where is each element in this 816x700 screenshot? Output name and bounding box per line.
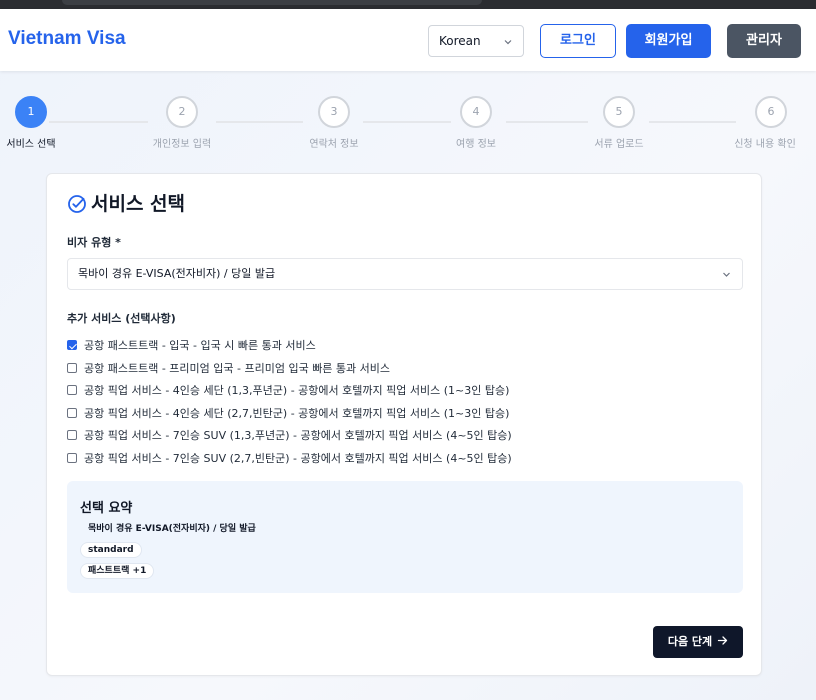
chevron-down-icon [723, 272, 730, 277]
checkbox[interactable] [67, 407, 77, 418]
extra-service-option[interactable]: 공항 패스트트랙 - 프리미엄 입국 - 프리미엄 입국 빠른 통과 서비스 [67, 357, 747, 380]
page-title: 서비스 선택 [67, 191, 185, 217]
summary-title: 선택 요약 [80, 501, 133, 516]
step-connector [506, 121, 588, 123]
extra-service-option[interactable]: 공항 픽업 서비스 - 7인승 SUV (2,7,빈탄군) - 공항에서 호텔까… [67, 447, 747, 470]
step-3-circle: 3 [318, 96, 350, 128]
extra-service-option[interactable]: 공항 픽업 서비스 - 4인승 세단 (1,3,푸년군) - 공항에서 호텔까지… [67, 379, 747, 402]
step-connector [216, 121, 303, 123]
check-circle-icon [68, 195, 86, 213]
extra-service-label: 공항 픽업 서비스 - 7인승 SUV (1,3,푸년군) - 공항에서 호텔까… [84, 429, 512, 443]
language-select[interactable]: Korean [428, 25, 524, 57]
extra-service-label: 공항 픽업 서비스 - 4인승 세단 (2,7,빈탄군) - 공항에서 호텔까지… [84, 406, 510, 420]
arrow-right-icon [718, 636, 728, 645]
admin-button[interactable]: 관리자 [727, 24, 801, 58]
step-connector [49, 121, 148, 123]
step-2-circle: 2 [166, 96, 198, 128]
step-4-label: 여행 정보 [456, 139, 496, 150]
next-step-label: 다음 단계 [667, 635, 713, 648]
page-title-text: 서비스 선택 [91, 193, 186, 215]
checkbox[interactable] [67, 430, 77, 441]
step-1-label: 서비스 선택 [6, 139, 56, 150]
extra-service-label: 공항 픽업 서비스 - 7인승 SUV (2,7,빈탄군) - 공항에서 호텔까… [84, 451, 512, 465]
checkbox[interactable] [67, 452, 77, 463]
step-4-circle: 4 [460, 96, 492, 128]
step-5-label: 서류 업로드 [594, 139, 644, 150]
step-connector [649, 121, 736, 123]
step-2-label: 개인정보 입력 [152, 139, 212, 150]
checkbox-checked[interactable] [67, 340, 77, 351]
selection-summary: 선택 요약 목바이 경유 E-VISA(전자비자) / 당일 발급 standa… [67, 481, 743, 593]
extra-service-label: 공항 패스트트랙 - 입국 - 입국 시 빠른 통과 서비스 [84, 339, 316, 353]
progress-stepper: 1 2 3 4 5 6 서비스 선택 개인정보 입력 연락처 정보 여행 정보 … [0, 96, 816, 156]
browser-chrome [0, 0, 816, 9]
step-3-label: 연락처 정보 [309, 139, 359, 150]
next-step-button[interactable]: 다음 단계 [653, 626, 743, 658]
site-header: Vietnam Visa Korean 로그인 회원가입 관리자 [0, 9, 816, 71]
brand-logo[interactable]: Vietnam Visa [8, 28, 126, 50]
step-1-circle: 1 [15, 96, 47, 128]
extra-service-option[interactable]: 공항 패스트트랙 - 입국 - 입국 시 빠른 통과 서비스 [67, 334, 747, 357]
language-value: Korean [439, 34, 481, 48]
signup-button[interactable]: 회원가입 [626, 24, 711, 58]
chevron-down-icon [504, 40, 512, 45]
summary-processing-chip: standard [80, 542, 142, 558]
login-button[interactable]: 로그인 [540, 24, 616, 58]
step-5-circle: 5 [603, 96, 635, 128]
address-bar[interactable] [62, 0, 482, 5]
extra-service-label: 공항 패스트트랙 - 프리미엄 입국 - 프리미엄 입국 빠른 통과 서비스 [84, 361, 391, 375]
summary-visa-chip: 목바이 경유 E-VISA(전자비자) / 당일 발급 [88, 524, 256, 534]
step-connector [363, 121, 451, 123]
visa-type-select[interactable]: 목바이 경유 E-VISA(전자비자) / 당일 발급 [67, 258, 743, 290]
service-selection-card: 서비스 선택 비자 유형 * 목바이 경유 E-VISA(전자비자) / 당일 … [46, 173, 762, 676]
extra-service-label: 공항 픽업 서비스 - 4인승 세단 (1,3,푸년군) - 공항에서 호텔까지… [84, 384, 510, 398]
summary-extras-chip: 패스트트랙 +1 [80, 563, 155, 579]
checkbox[interactable] [67, 385, 77, 396]
step-6-label: 신청 내용 확인 [734, 139, 796, 150]
extra-service-option[interactable]: 공항 픽업 서비스 - 7인승 SUV (1,3,푸년군) - 공항에서 호텔까… [67, 424, 747, 447]
extra-services-list: 공항 패스트트랙 - 입국 - 입국 시 빠른 통과 서비스 공항 패스트트랙 … [67, 334, 747, 469]
visa-type-value: 목바이 경유 E-VISA(전자비자) / 당일 발급 [78, 267, 276, 280]
extra-services-label: 추가 서비스 (선택사항) [67, 312, 176, 325]
checkbox[interactable] [67, 362, 77, 373]
extra-service-option[interactable]: 공항 픽업 서비스 - 4인승 세단 (2,7,빈탄군) - 공항에서 호텔까지… [67, 402, 747, 425]
visa-type-label: 비자 유형 * [67, 236, 121, 249]
step-6-circle: 6 [755, 96, 787, 128]
